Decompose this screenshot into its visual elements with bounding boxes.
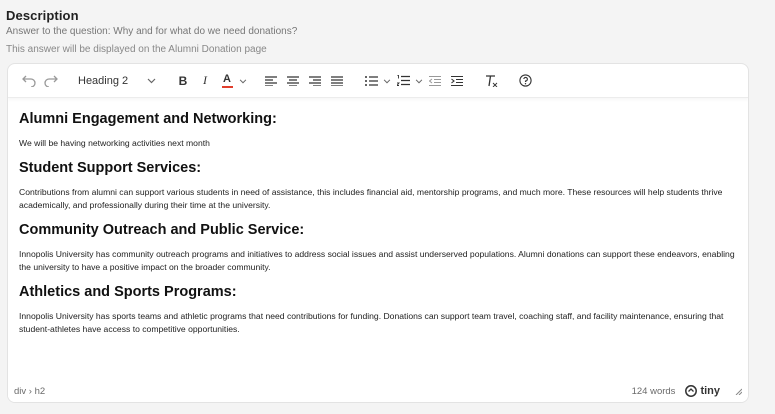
editor-statusbar: div › h2 124 words tiny bbox=[8, 380, 748, 402]
section-paragraph: Innopolis University has sports teams an… bbox=[19, 311, 724, 334]
numbered-list-icon bbox=[396, 75, 410, 86]
align-justify-icon bbox=[331, 75, 343, 86]
field-title: Description bbox=[6, 8, 79, 23]
indent-button[interactable] bbox=[446, 70, 468, 92]
numbered-list-button[interactable] bbox=[392, 70, 424, 92]
field-subtitle: Answer to the question: Why and for what… bbox=[6, 26, 298, 37]
bold-icon: B bbox=[178, 73, 188, 88]
tiny-logo-icon bbox=[685, 385, 698, 397]
undo-icon bbox=[22, 75, 36, 87]
numbered-list-apply[interactable] bbox=[392, 70, 414, 92]
italic-icon: I bbox=[203, 73, 207, 87]
chevron-down-icon bbox=[147, 76, 156, 86]
outdent-icon bbox=[429, 75, 441, 86]
editor-toolbar: Heading 2 B I A bbox=[8, 64, 748, 98]
section-heading: Alumni Engagement and Networking: bbox=[19, 111, 277, 127]
italic-button[interactable]: I bbox=[194, 70, 216, 92]
field-header: Description Answer to the question: Why … bbox=[6, 8, 766, 56]
text-color-button[interactable]: A bbox=[216, 70, 248, 92]
chevron-down-icon[interactable] bbox=[382, 76, 392, 86]
bullet-list-button[interactable] bbox=[360, 70, 392, 92]
outdent-button[interactable] bbox=[424, 70, 446, 92]
tiny-logo-text: tiny bbox=[700, 385, 720, 397]
align-left-icon bbox=[265, 75, 277, 86]
section-paragraph: Innopolis University has community outre… bbox=[19, 249, 735, 272]
block-format-value: Heading 2 bbox=[78, 74, 129, 87]
tiny-logo[interactable]: tiny bbox=[685, 385, 720, 397]
align-right-icon bbox=[309, 75, 321, 86]
field-hint: This answer will be displayed on the Alu… bbox=[6, 44, 267, 55]
block-format-select[interactable]: Heading 2 bbox=[74, 70, 160, 92]
section-heading: Student Support Services: bbox=[19, 160, 202, 176]
chevron-down-icon[interactable] bbox=[238, 76, 248, 86]
bullet-list-icon bbox=[364, 75, 378, 86]
bullet-list-apply[interactable] bbox=[360, 70, 382, 92]
redo-button[interactable] bbox=[40, 70, 62, 92]
resize-handle-icon[interactable] bbox=[734, 387, 742, 395]
chevron-down-icon[interactable] bbox=[414, 76, 424, 86]
section-paragraph: Contributions from alumni can support va… bbox=[19, 187, 723, 210]
align-center-icon bbox=[287, 75, 299, 86]
bold-button[interactable]: B bbox=[172, 70, 194, 92]
element-path[interactable]: div › h2 bbox=[14, 386, 45, 397]
align-right-button[interactable] bbox=[304, 70, 326, 92]
text-color-swatch bbox=[221, 85, 233, 88]
align-left-button[interactable] bbox=[260, 70, 282, 92]
indent-icon bbox=[451, 75, 463, 86]
align-center-button[interactable] bbox=[282, 70, 304, 92]
section-heading: Athletics and Sports Programs: bbox=[19, 284, 237, 300]
section-paragraph: We will be having networking activities … bbox=[19, 138, 210, 148]
help-button[interactable] bbox=[514, 70, 536, 92]
redo-icon bbox=[44, 75, 58, 87]
editor-content[interactable]: Alumni Engagement and Networking: We wil… bbox=[8, 98, 748, 378]
align-justify-button[interactable] bbox=[326, 70, 348, 92]
help-icon bbox=[518, 74, 532, 87]
word-count[interactable]: 124 words bbox=[632, 386, 676, 397]
rich-text-editor[interactable]: Heading 2 B I A Alumni Engagement and Ne… bbox=[7, 63, 749, 403]
text-color-icon: A bbox=[223, 72, 231, 85]
section-heading: Community Outreach and Public Service: bbox=[19, 222, 305, 238]
text-color-apply[interactable]: A bbox=[216, 70, 238, 92]
clear-formatting-button[interactable] bbox=[480, 70, 502, 92]
undo-button[interactable] bbox=[18, 70, 40, 92]
clear-formatting-icon bbox=[485, 74, 497, 87]
